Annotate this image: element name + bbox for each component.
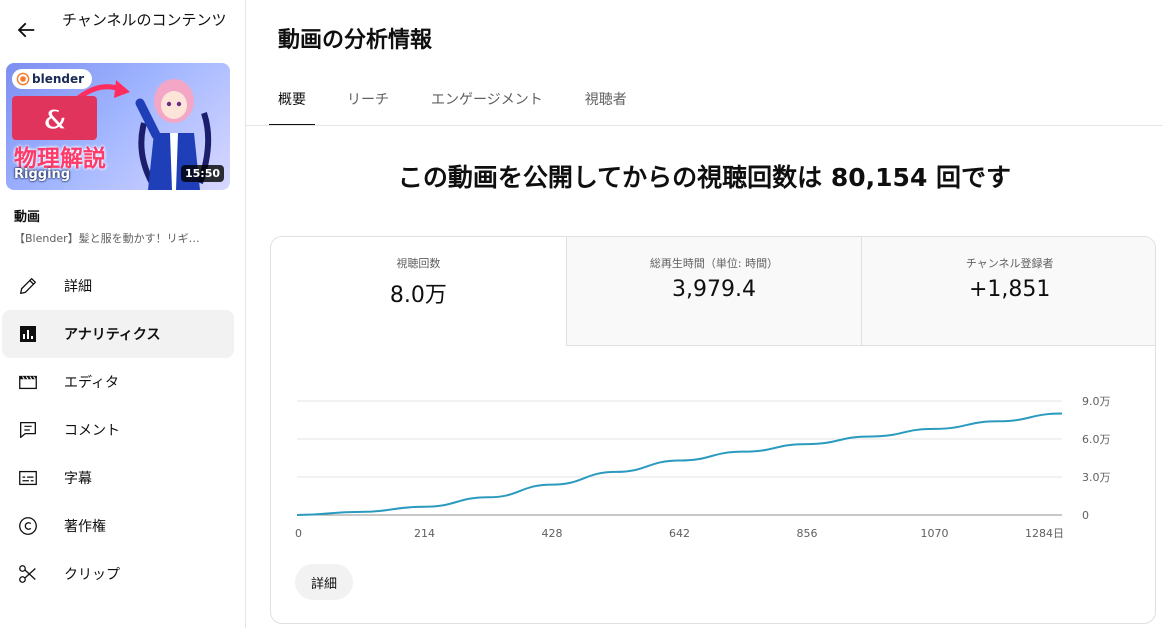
sidebar-item-clips[interactable]: クリップ [2, 550, 234, 598]
metrics-card: 視聴回数 8.0万 総再生時間（単位: 時間） 3,979.4 チャンネル登録者… [270, 236, 1156, 624]
sidebar-item-editor[interactable]: エディタ [2, 358, 234, 406]
sidebar-item-comments[interactable]: コメント [2, 406, 234, 454]
metric-subscribers[interactable]: チャンネル登録者 +1,851 [861, 237, 1155, 346]
scissors-icon [16, 562, 40, 586]
sidebar-item-label: クリップ [64, 567, 120, 583]
y-tick-label: 6.0万 [1082, 433, 1111, 446]
sidebar-item-details[interactable]: 詳細 [2, 262, 234, 310]
video-duration: 15:50 [180, 165, 224, 182]
main-content: 動画の分析情報 概要 リーチ エンゲージメント 視聴者 この動画を公開してからの… [246, 0, 1163, 628]
x-tick-label: 856 [797, 527, 818, 540]
channel-content-title: チャンネルのコンテンツ [62, 11, 227, 29]
video-title: 【Blender】髪と服を動かす！リギ… [14, 232, 200, 245]
x-tick-label: 642 [669, 527, 690, 540]
tab-engagement[interactable]: エンゲージメント [431, 80, 543, 126]
y-tick-label: 9.0万 [1082, 395, 1111, 408]
series-line [296, 412, 1063, 516]
metrics-row: 視聴回数 8.0万 総再生時間（単位: 時間） 3,979.4 チャンネル登録者… [271, 237, 1155, 346]
tabs-divider [246, 125, 1163, 126]
sidebar-item-label: 詳細 [64, 279, 92, 295]
subtitles-icon [16, 466, 40, 490]
analytics-tabs: 概要 リーチ エンゲージメント 視聴者 [269, 80, 669, 126]
x-tick-label: 0 [295, 527, 302, 540]
metric-watch-time[interactable]: 総再生時間（単位: 時間） 3,979.4 [565, 237, 862, 346]
x-tick-label: 1284日 [1025, 527, 1064, 540]
y-tick-label: 0 [1082, 509, 1089, 522]
arrow-back-icon [17, 22, 35, 38]
metric-label: 総再生時間（単位: 時間） [649, 257, 779, 270]
editor-icon [16, 370, 40, 394]
x-tick-label: 1070 [921, 527, 949, 540]
page-title: 動画の分析情報 [278, 28, 433, 53]
sidebar: チャンネルのコンテンツ blender 髪&服 物理解説 Rigging 15:… [0, 0, 246, 628]
sidebar-item-label: コメント [64, 423, 120, 439]
metric-label: 視聴回数 [396, 257, 441, 270]
tab-audience[interactable]: 視聴者 [585, 80, 627, 126]
sidebar-item-analytics[interactable]: アナリティクス [2, 310, 234, 358]
video-section-label: 動画 [14, 210, 41, 225]
sidebar-item-label: 著作権 [64, 519, 106, 535]
views-headline: この動画を公開してからの視聴回数は 80,154 回です [397, 163, 1012, 192]
y-tick-label: 3.0万 [1082, 471, 1111, 484]
blender-logo-icon [18, 74, 28, 84]
sidebar-item-label: アナリティクス [64, 327, 161, 343]
back-button[interactable] [10, 14, 42, 46]
x-tick-label: 214 [414, 527, 435, 540]
pencil-icon [16, 274, 40, 298]
sidebar-item-label: 字幕 [64, 471, 92, 487]
details-button[interactable]: 詳細 [295, 564, 354, 600]
views-line-chart[interactable]: 0 3.0万 6.0万 9.0万 0 214 428 642 856 1070 1284日 [271, 347, 1156, 557]
sidebar-item-label: エディタ [64, 375, 120, 391]
video-thumbnail[interactable]: blender 髪&服 物理解説 Rigging 15:50 [6, 63, 230, 190]
tab-overview[interactable]: 概要 [269, 80, 315, 126]
sidebar-nav: 詳細 アナリティクス エディタ コメント 字幕 著作権 クリップ [0, 262, 246, 598]
metric-value: +1,851 [968, 277, 1051, 302]
sidebar-item-copyright[interactable]: 著作権 [2, 502, 234, 550]
metric-views[interactable]: 視聴回数 8.0万 [271, 237, 566, 346]
sidebar-item-subtitles[interactable]: 字幕 [2, 454, 234, 502]
metric-value: 3,979.4 [672, 277, 756, 302]
analytics-icon [16, 322, 40, 346]
comment-icon [16, 418, 40, 442]
tab-reach[interactable]: リーチ [347, 80, 389, 126]
metric-label: チャンネル登録者 [965, 257, 1054, 270]
thumbnail-title-rigging: Rigging [14, 167, 71, 182]
copyright-icon [16, 514, 40, 538]
x-tick-label: 428 [542, 527, 563, 540]
thumbnail-title-big: 髪&服 [12, 96, 98, 140]
metric-value: 8.0万 [389, 283, 447, 308]
